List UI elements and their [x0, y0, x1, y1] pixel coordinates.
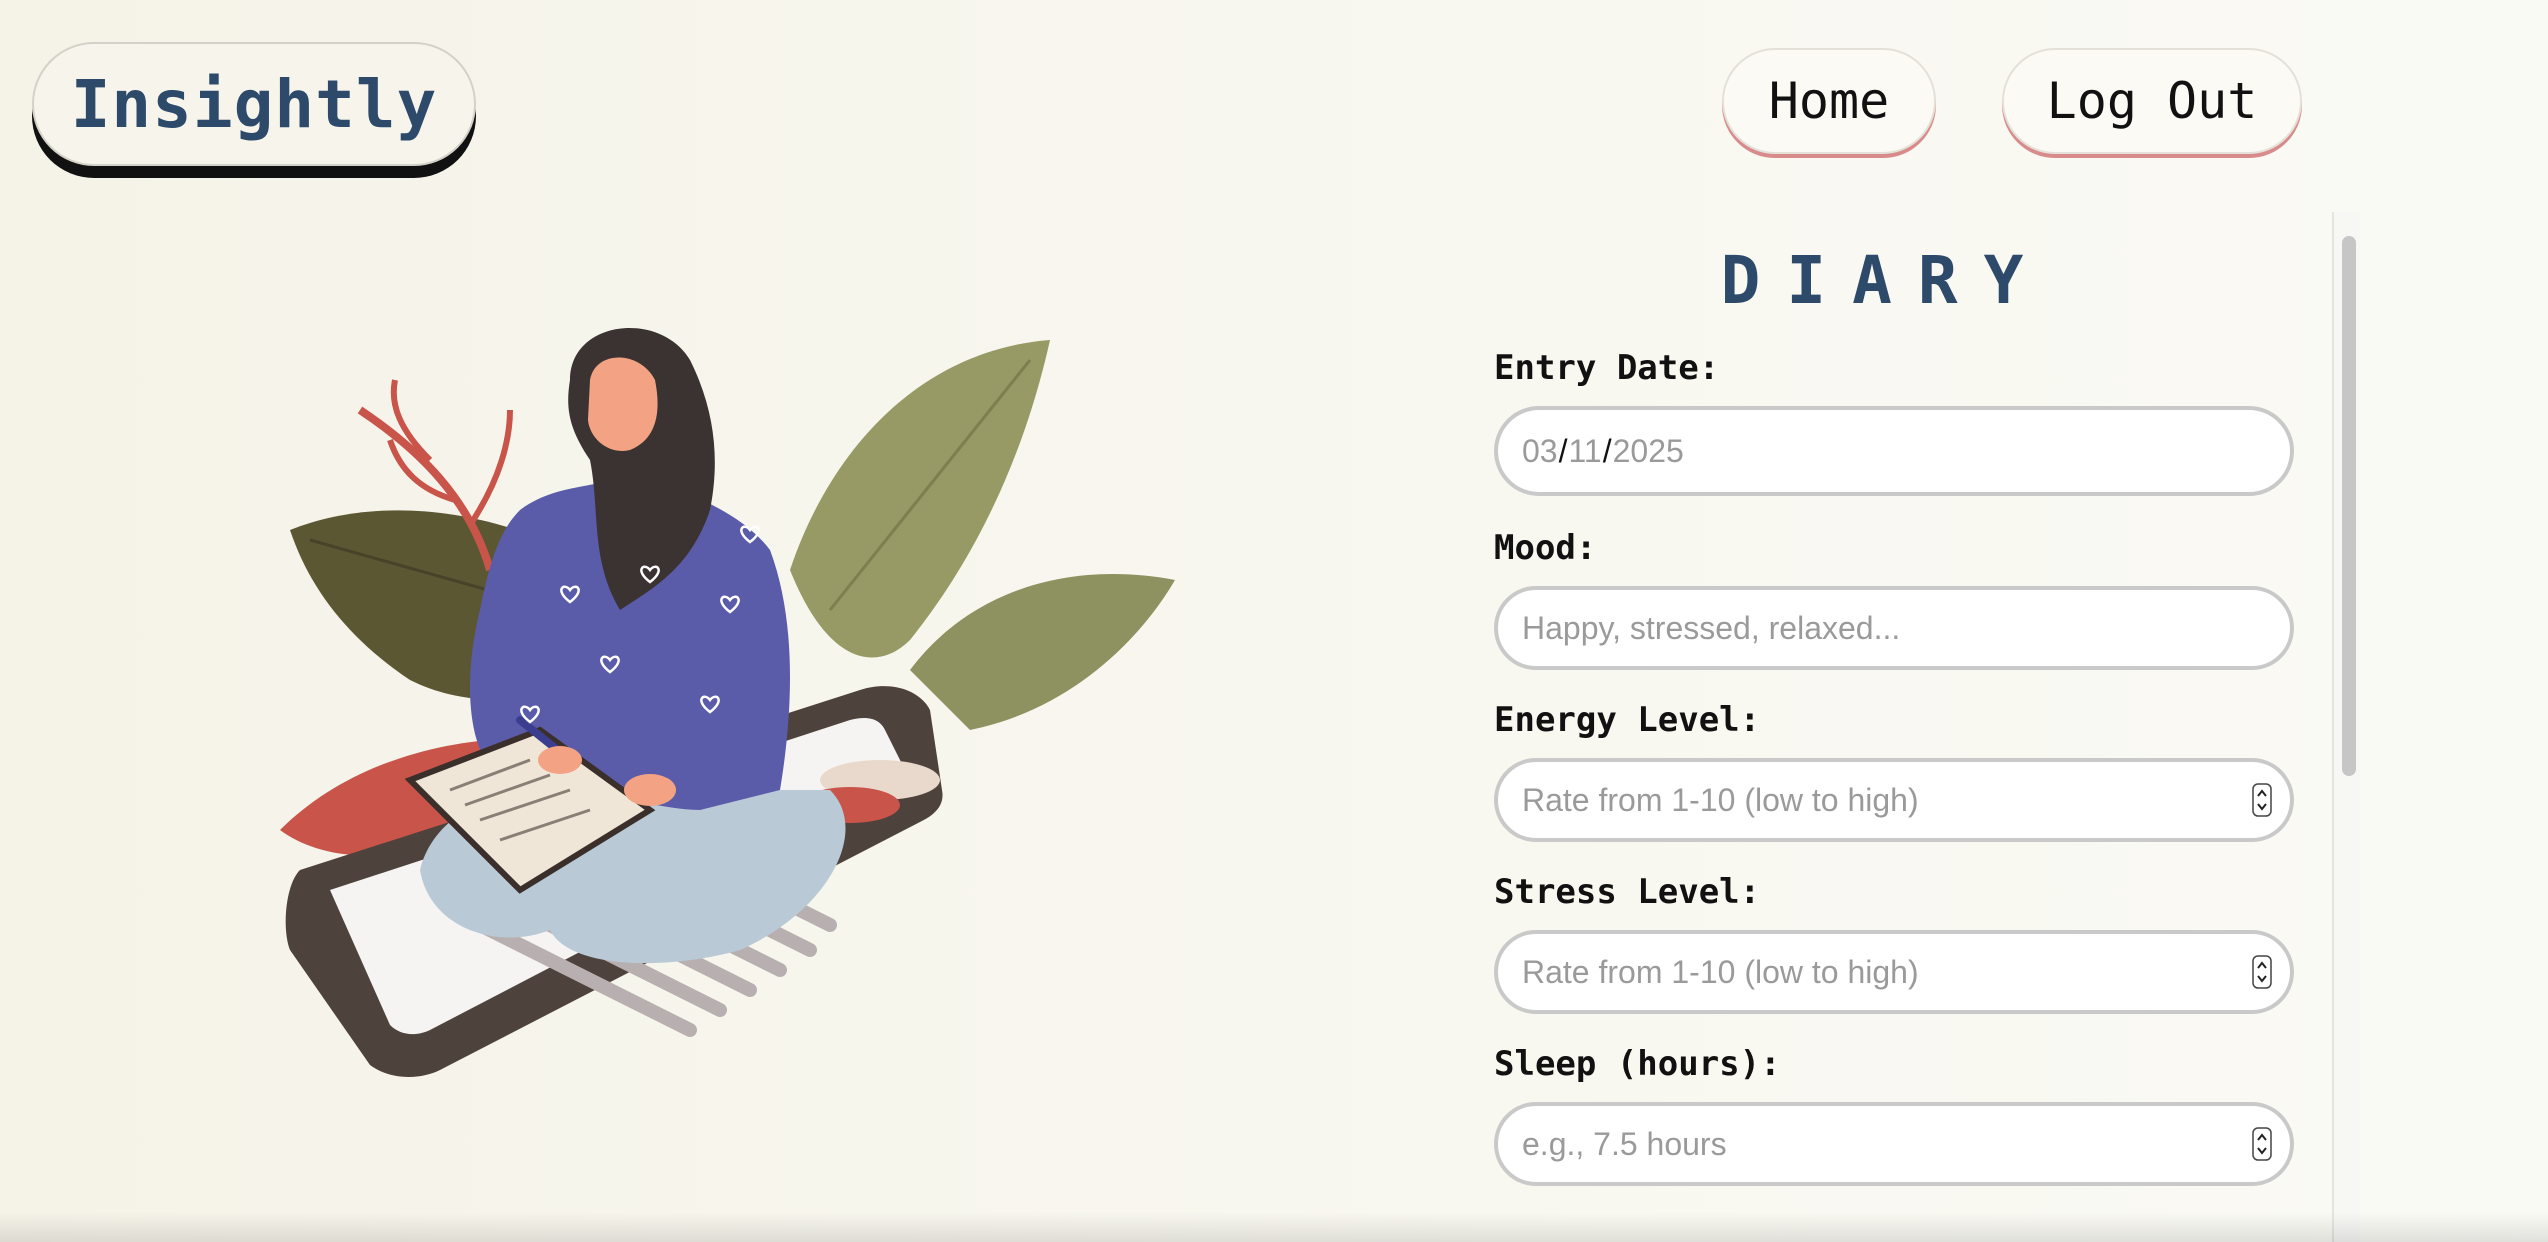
diary-panel[interactable]: DIARY Entry Date: 03/11/2025 Mood: Happy… — [1470, 212, 2360, 1242]
date-separator: / — [1602, 432, 1612, 469]
number-spinner-icon[interactable] — [2252, 1127, 2272, 1161]
mood-placeholder: Happy, stressed, relaxed... — [1522, 609, 1901, 646]
sleep-hours-placeholder: e.g., 7.5 hours — [1522, 1125, 1727, 1162]
page: Insightly Home Log Out DIARY Entry Date:… — [0, 0, 2548, 1242]
energy-level-label: Energy Level: — [1494, 700, 1761, 740]
sleep-hours-label: Sleep (hours): — [1494, 1044, 1781, 1084]
entry-date-field[interactable]: 03/11/2025 — [1494, 406, 2294, 496]
mood-label: Mood: — [1494, 528, 1597, 568]
entry-date-label: Entry Date: — [1494, 348, 1720, 388]
diary-title: DIARY — [1720, 242, 2050, 319]
diary-scrollbar-thumb[interactable] — [2342, 236, 2356, 776]
logo[interactable]: Insightly — [32, 42, 476, 166]
home-button[interactable]: Home — [1722, 48, 1936, 154]
mood-input[interactable]: Happy, stressed, relaxed... — [1494, 586, 2294, 670]
face — [588, 357, 658, 451]
window-bottom-edge — [0, 1212, 2548, 1242]
date-month[interactable]: 03 — [1522, 433, 1558, 470]
logout-button[interactable]: Log Out — [2002, 48, 2302, 154]
diary-illustration — [280, 327, 1175, 1077]
energy-level-input[interactable]: Rate from 1-10 (low to high) — [1494, 758, 2294, 842]
energy-level-placeholder: Rate from 1-10 (low to high) — [1522, 781, 1919, 818]
number-spinner-icon[interactable] — [2252, 783, 2272, 817]
stress-level-label: Stress Level: — [1494, 872, 1761, 912]
date-separator: / — [1558, 432, 1568, 469]
date-year[interactable]: 2025 — [1613, 433, 1684, 470]
leaf-olive-small — [910, 574, 1175, 730]
diary-scrollbar[interactable] — [2332, 212, 2360, 1242]
date-day[interactable]: 11 — [1568, 433, 1601, 470]
stress-level-input[interactable]: Rate from 1-10 (low to high) — [1494, 930, 2294, 1014]
sleep-hours-input[interactable]: e.g., 7.5 hours — [1494, 1102, 2294, 1186]
number-spinner-icon[interactable] — [2252, 955, 2272, 989]
stress-level-placeholder: Rate from 1-10 (low to high) — [1522, 953, 1919, 990]
